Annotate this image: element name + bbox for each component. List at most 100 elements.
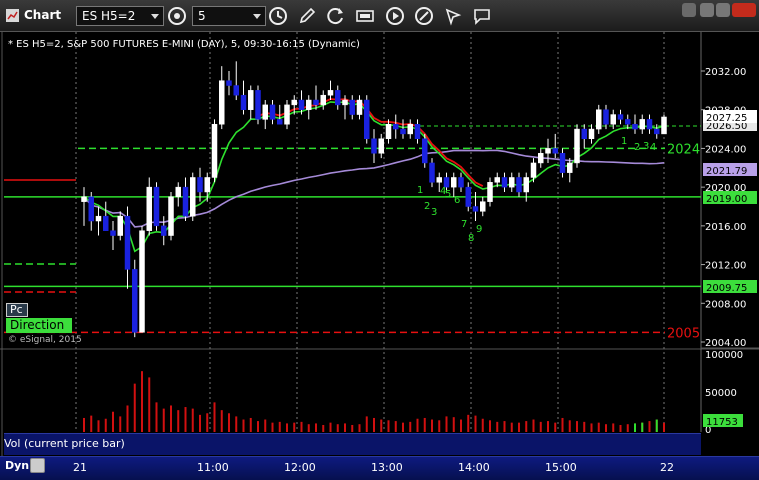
dyn-mode[interactable]: Dyn xyxy=(5,459,29,472)
candle xyxy=(458,177,464,188)
pc-indicator[interactable]: Pc xyxy=(6,303,28,317)
maximize-button[interactable] xyxy=(716,3,730,17)
pencil-icon[interactable] xyxy=(297,6,317,26)
cursor-icon[interactable] xyxy=(443,6,463,26)
candle xyxy=(88,196,94,222)
candle xyxy=(335,90,341,106)
price-chart[interactable]: 2032.002028.002024.002020.002016.002012.… xyxy=(0,32,759,457)
candle xyxy=(639,119,645,130)
candle xyxy=(378,138,384,154)
candle xyxy=(480,201,486,212)
candle xyxy=(291,99,297,106)
candle xyxy=(306,99,312,110)
time-label: 15:00 xyxy=(545,461,577,474)
chart-icon xyxy=(6,9,19,22)
volume-tick-label: 100000 xyxy=(705,350,743,361)
ticker-icon[interactable] xyxy=(355,6,375,26)
candle xyxy=(132,269,138,333)
candle xyxy=(240,94,247,110)
price-label-ma: 2021.79 xyxy=(706,166,747,177)
price-tick-label: 2012.00 xyxy=(705,261,746,272)
candle xyxy=(538,153,544,164)
candle xyxy=(313,99,319,106)
candle xyxy=(617,114,624,120)
candle xyxy=(110,230,116,236)
candle xyxy=(153,186,160,227)
candle xyxy=(552,148,558,154)
setup-count-label: 5 xyxy=(445,189,451,200)
play-icon[interactable] xyxy=(385,6,405,26)
level-label-2005: 2005 xyxy=(667,326,700,341)
candle xyxy=(139,230,145,333)
clock-icon[interactable] xyxy=(268,6,288,26)
candle xyxy=(277,119,283,125)
candle xyxy=(284,104,290,125)
candle xyxy=(320,94,326,106)
minimize-button[interactable] xyxy=(700,3,714,17)
candle xyxy=(168,196,174,236)
refresh-icon[interactable] xyxy=(326,6,346,26)
candle xyxy=(95,215,102,222)
setup-count-label: 9 xyxy=(476,224,482,235)
candle xyxy=(545,148,551,154)
candle xyxy=(298,99,305,110)
pin-button[interactable] xyxy=(682,3,696,17)
candle xyxy=(501,177,508,188)
candle xyxy=(255,90,261,120)
candle xyxy=(349,99,355,115)
price-tick-label: 2024.00 xyxy=(705,144,746,155)
candle xyxy=(371,138,377,154)
chevron-down-icon[interactable] xyxy=(151,14,159,19)
level-label-2024: 2024 xyxy=(667,142,700,157)
properties-icon[interactable] xyxy=(167,6,187,26)
candle xyxy=(559,153,566,173)
candle xyxy=(117,215,123,236)
zoom-button[interactable] xyxy=(30,458,45,473)
candle xyxy=(364,99,370,139)
tools-icon[interactable] xyxy=(414,6,434,26)
candle xyxy=(219,80,225,125)
volume-current-label: 11753 xyxy=(706,417,738,428)
setup-count-label: 2 xyxy=(634,142,640,153)
direction-indicator[interactable]: Direction xyxy=(6,318,72,333)
candle xyxy=(233,85,239,96)
candle xyxy=(342,99,348,106)
setup-count-label: 3 xyxy=(643,141,649,152)
setup-count-label: 8 xyxy=(468,233,474,244)
interval-input[interactable]: 5 xyxy=(192,6,266,26)
candle xyxy=(407,123,413,135)
candle xyxy=(211,123,218,178)
volume-pane xyxy=(4,350,701,432)
candle xyxy=(661,116,667,135)
close-button[interactable] xyxy=(732,3,756,17)
candle xyxy=(516,177,522,193)
candle xyxy=(574,128,580,164)
chat-icon[interactable] xyxy=(472,6,492,26)
candle xyxy=(567,162,573,173)
setup-count-label: 4 xyxy=(650,142,656,153)
candle xyxy=(465,186,471,207)
price-tick-label: 2032.00 xyxy=(705,67,746,78)
candle xyxy=(422,138,428,164)
chevron-down-icon[interactable] xyxy=(253,14,261,19)
time-label: 11:00 xyxy=(197,461,229,474)
price-tick-label: 2004.00 xyxy=(705,338,746,349)
candle xyxy=(632,123,638,130)
setup-count-label: 1 xyxy=(417,185,423,196)
candle xyxy=(182,186,189,217)
candle xyxy=(625,119,631,125)
interval-value: 5 xyxy=(198,9,206,23)
setup-count-label: 7 xyxy=(461,219,467,230)
candle xyxy=(103,215,109,231)
symbol-input[interactable]: ES H5=2 xyxy=(76,6,164,26)
price-tick-label: 2016.00 xyxy=(705,222,746,233)
price-tick-label: 2008.00 xyxy=(705,299,746,310)
candle xyxy=(603,109,609,125)
symbol-value: ES H5=2 xyxy=(82,9,136,23)
price-label-low: 2009.75 xyxy=(706,283,747,294)
window-title: Chart xyxy=(24,8,62,22)
candle xyxy=(509,177,515,188)
price-label-green: 2019.00 xyxy=(706,194,747,205)
candle xyxy=(414,123,421,139)
price-pane xyxy=(4,32,701,348)
